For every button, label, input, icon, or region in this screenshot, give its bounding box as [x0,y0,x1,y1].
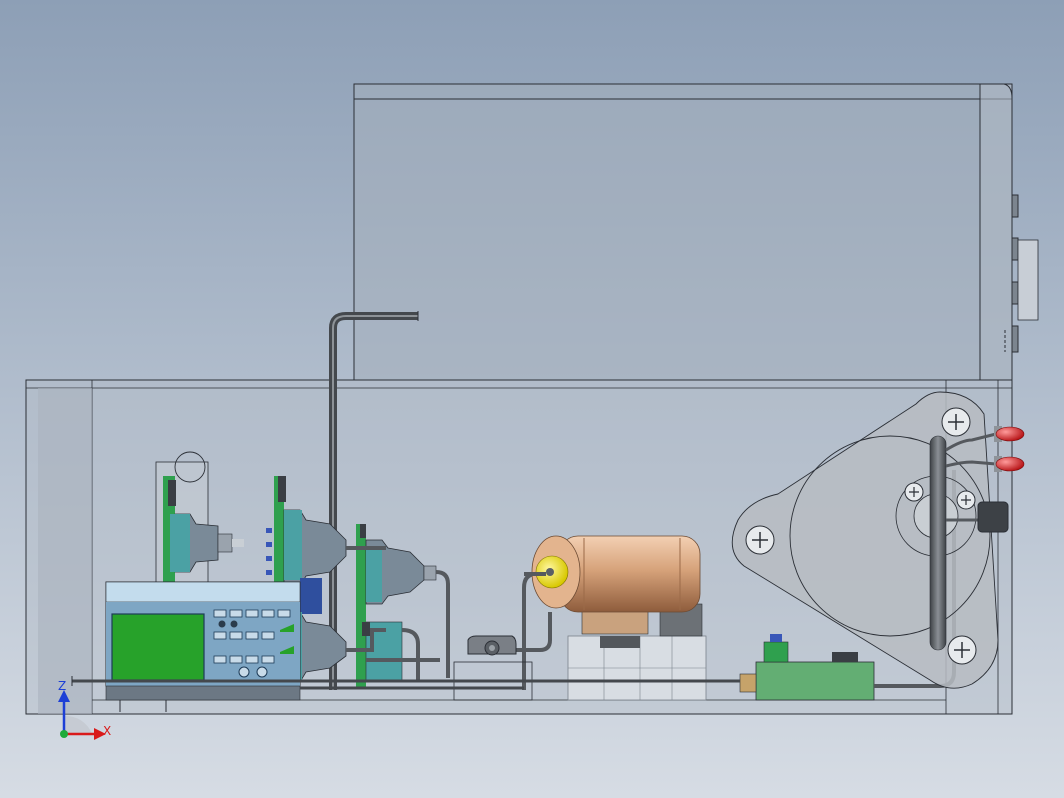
assembly-side-view[interactable]: Z X [0,0,1064,798]
cad-viewport[interactable]: Z X [0,0,1064,798]
lamp-icon [995,426,1025,442]
lcd-screen [111,613,205,681]
z-axis-label: Z [58,679,66,693]
upper-housing[interactable] [353,83,1039,381]
x-axis-label: X [103,724,111,738]
origin-icon [60,730,68,738]
control-panel[interactable] [105,581,301,712]
lamp-icon [995,456,1025,472]
